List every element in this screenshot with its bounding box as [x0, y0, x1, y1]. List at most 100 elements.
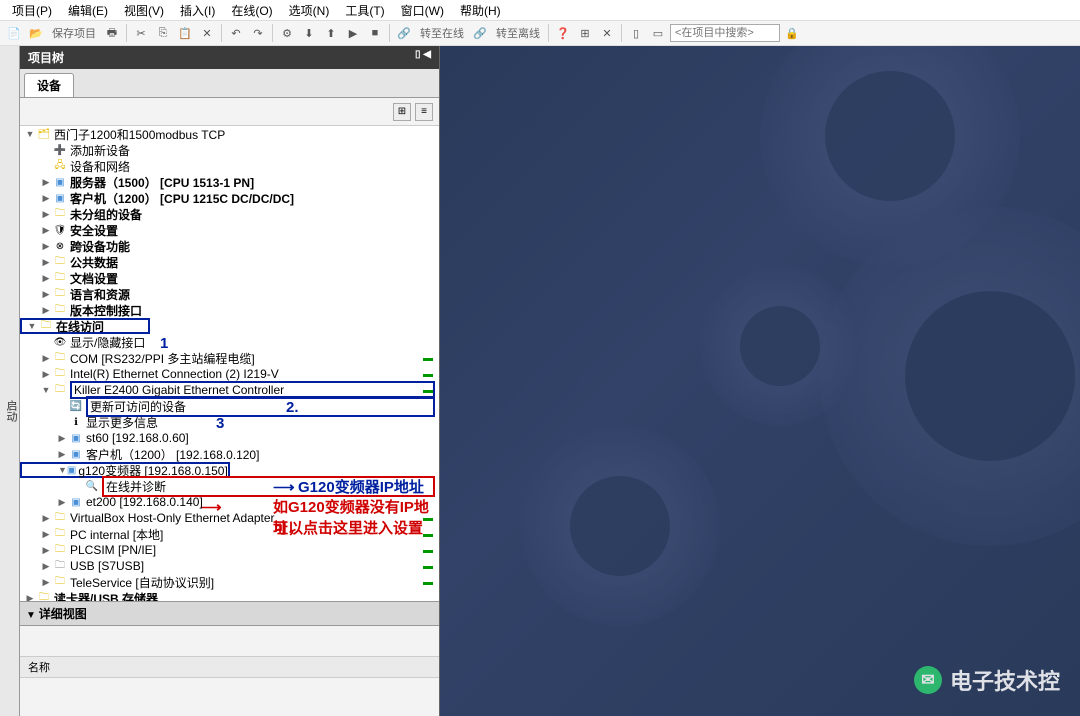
panel-controls[interactable]: ▯ ◀: [415, 49, 431, 66]
tree-et200[interactable]: et200 [192.168.0.140]: [86, 495, 435, 509]
tree-cross-device[interactable]: 跨设备功能: [70, 238, 435, 255]
tree-view-button[interactable]: ≡: [415, 103, 433, 121]
folder-icon: 🗀: [52, 255, 68, 269]
search-go-button[interactable]: 🔒: [782, 23, 802, 43]
tree-version-ctrl[interactable]: 版本控制接口: [70, 302, 435, 319]
project-search-input[interactable]: [670, 24, 780, 42]
menu-help[interactable]: 帮助(H): [452, 0, 509, 20]
upload-button[interactable]: ⬆: [321, 23, 341, 43]
security-icon: 🛡: [52, 223, 68, 237]
tree-online-access[interactable]: 在线访问: [56, 318, 144, 335]
split2-button[interactable]: ▭: [648, 23, 668, 43]
download-button[interactable]: ⬇: [299, 23, 319, 43]
tree-common-data[interactable]: 公共数据: [70, 254, 435, 271]
folder-icon: 🗀: [52, 303, 68, 317]
tree-card-reader[interactable]: 读卡器/USB 存储器: [54, 590, 435, 602]
card-reader-icon: 🗀: [36, 591, 52, 601]
menu-online[interactable]: 在线(O): [223, 0, 280, 20]
print-button[interactable]: 🖶: [102, 23, 122, 43]
device-icon: ▣: [68, 495, 84, 509]
diag-button[interactable]: ⊞: [575, 23, 595, 43]
tree-pc-internal[interactable]: PC internal [本地]: [70, 526, 435, 543]
save-button[interactable]: 保存项目: [48, 25, 100, 41]
tree-devices-networks[interactable]: 设备和网络: [70, 158, 435, 175]
undo-button[interactable]: ↶: [226, 23, 246, 43]
tree-security[interactable]: 安全设置: [70, 222, 435, 239]
port-icon: ▬: [423, 353, 433, 364]
folder-icon: 🗀: [52, 271, 68, 285]
info-icon: ℹ: [68, 415, 84, 429]
add-device-icon: ➕: [52, 143, 68, 157]
sim-button[interactable]: ▶: [343, 23, 363, 43]
eth-icon: 🗀: [52, 367, 68, 381]
split-button[interactable]: ▯: [626, 23, 646, 43]
new-button[interactable]: 📄: [4, 23, 24, 43]
devices-tab[interactable]: 设备: [24, 73, 74, 97]
tree-teleservice[interactable]: TeleService [自动协议识别]: [70, 574, 435, 591]
menu-options[interactable]: 选项(N): [281, 0, 338, 20]
tree-client-ip[interactable]: 客户机（1200） [192.168.0.120]: [86, 446, 435, 463]
project-tree[interactable]: ▼🗂西门子1200和1500modbus TCP ➕添加新设备 🖧设备和网络 ▶…: [20, 126, 439, 601]
cut-button[interactable]: ✂: [131, 23, 151, 43]
detail-view: 名称: [20, 626, 439, 716]
project-icon: 🗂: [36, 127, 52, 141]
network-icon: 🖧: [52, 159, 68, 173]
open-button[interactable]: 📂: [26, 23, 46, 43]
tree-st60[interactable]: st60 [192.168.0.60]: [86, 431, 435, 445]
port-icon: ▬: [423, 385, 433, 396]
pc-icon: 🗀: [52, 527, 68, 541]
plc-icon: ▣: [52, 175, 68, 189]
tree-server[interactable]: 服务器（1500） [CPU 1513-1 PN]: [70, 174, 435, 191]
go-offline-button[interactable]: 转至离线: [492, 25, 544, 41]
menu-project[interactable]: 项目(P): [4, 0, 60, 20]
detail-view-title[interactable]: ▼ 详细视图: [20, 601, 439, 626]
menu-tools[interactable]: 工具(T): [337, 0, 392, 20]
tree-com[interactable]: COM [RS232/PPI 多主站编程电缆]: [70, 350, 435, 367]
folder-icon: 🗀: [52, 207, 68, 221]
online-icon[interactable]: 🔗: [394, 23, 414, 43]
diag-icon: 🔍: [84, 479, 100, 493]
redo-button[interactable]: ↷: [248, 23, 268, 43]
drive-icon: ▣: [67, 463, 76, 477]
watermark: ✉ 电子技术控: [914, 664, 1060, 696]
detail-col-name: 名称: [28, 659, 50, 675]
tree-lang-res[interactable]: 语言和资源: [70, 286, 435, 303]
port-icon: ▬: [423, 577, 433, 588]
tree-intel[interactable]: Intel(R) Ethernet Connection (2) I219-V: [70, 367, 435, 381]
delete-button[interactable]: ✕: [197, 23, 217, 43]
port-icon: ▬: [423, 529, 433, 540]
refresh-icon: 🔄: [68, 399, 84, 413]
plc-icon: ▣: [52, 191, 68, 205]
device-icon: ▣: [68, 447, 84, 461]
tree-ungrouped[interactable]: 未分组的设备: [70, 206, 435, 223]
menu-view[interactable]: 视图(V): [116, 0, 172, 20]
panel-title: 项目树 ▯ ◀: [20, 46, 439, 69]
copy-button[interactable]: ⎘: [153, 23, 173, 43]
tree-plcsim[interactable]: PLCSIM [PN/IE]: [70, 543, 435, 557]
port-icon: ▬: [423, 513, 433, 524]
go-online-button[interactable]: 转至在线: [416, 25, 468, 41]
compile-button[interactable]: ⚙: [277, 23, 297, 43]
eth-icon: 🗀: [52, 383, 68, 397]
start-side-tab[interactable]: 启动: [0, 46, 20, 716]
tree-add-device[interactable]: 添加新设备: [70, 142, 435, 159]
menu-insert[interactable]: 插入(I): [172, 0, 223, 20]
tree-virtualbox[interactable]: VirtualBox Host-Only Ethernet Adapter: [70, 511, 435, 525]
offline-icon[interactable]: 🔗: [470, 23, 490, 43]
tree-doc-settings[interactable]: 文档设置: [70, 270, 435, 287]
wechat-icon: ✉: [914, 666, 942, 694]
tree-root[interactable]: 西门子1200和1500modbus TCP: [54, 126, 435, 143]
tree-expand-button[interactable]: ⊞: [393, 103, 411, 121]
tree-usb[interactable]: USB [S7USB]: [70, 559, 435, 573]
port-icon: ▬: [423, 545, 433, 556]
tree-client[interactable]: 客户机（1200） [CPU 1215C DC/DC/DC]: [70, 190, 435, 207]
com-icon: 🗀: [52, 351, 68, 365]
menu-window[interactable]: 窗口(W): [393, 0, 452, 20]
paste-button[interactable]: 📋: [175, 23, 195, 43]
stop-button[interactable]: ■: [365, 23, 385, 43]
help-icon[interactable]: ❓: [553, 23, 573, 43]
menu-edit[interactable]: 编辑(E): [60, 0, 116, 20]
tree-show-hide[interactable]: 显示/隐藏接口: [70, 334, 435, 351]
close-button[interactable]: ✕: [597, 23, 617, 43]
tree-show-more[interactable]: 显示更多信息: [86, 414, 435, 431]
